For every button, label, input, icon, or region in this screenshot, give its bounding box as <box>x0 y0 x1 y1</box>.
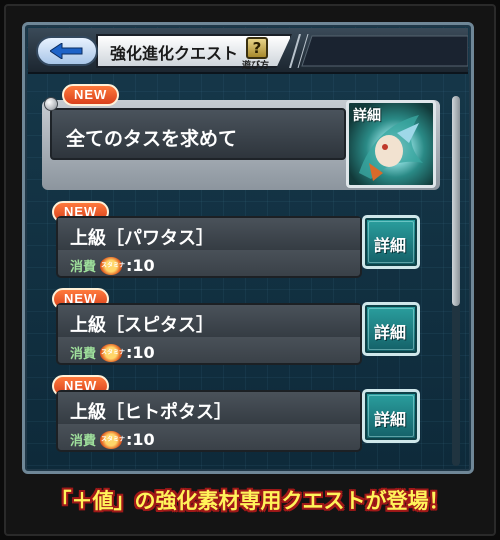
quest-cost: 消費 スタミナ :10 <box>70 343 155 362</box>
cost-label: 消費 <box>70 347 97 362</box>
quest-cost: 消費 スタミナ :10 <box>70 430 155 449</box>
help-button[interactable]: ? <box>246 37 268 59</box>
quest-name: 上級［パワタス］ <box>70 228 214 249</box>
quest-row[interactable]: 上級［ヒトポタス］ 消費 スタミナ :10 <box>56 390 362 452</box>
quest-row[interactable]: 上級［パワタス］ 消費 スタミナ :10 <box>56 216 362 278</box>
quest-row[interactable]: 上級［スピタス］ 消費 スタミナ :10 <box>56 303 362 365</box>
cost-value: :10 <box>126 256 155 275</box>
page-title: 強化進化クエスト <box>110 44 239 63</box>
detail-label: 詳細 <box>374 410 407 429</box>
back-arrow-icon <box>50 43 83 59</box>
quest-cost: 消費 スタミナ :10 <box>70 256 155 275</box>
scrollbar-thumb[interactable] <box>452 96 460 306</box>
pin-icon <box>44 97 58 111</box>
quest-name: 上級［スピタス］ <box>70 315 214 336</box>
question-mark-icon: ? <box>252 39 262 57</box>
detail-label: 詳細 <box>353 108 381 124</box>
detail-label: 詳細 <box>374 323 407 342</box>
detail-button[interactable]: 詳細 <box>362 302 420 356</box>
featured-quest-name: 全てのタスを求めて <box>66 128 238 150</box>
header-decoration <box>289 34 468 68</box>
stamina-icon: スタミナ <box>100 256 125 275</box>
detail-button[interactable]: 詳細 <box>362 215 420 269</box>
promo-banner-text: 「＋値」の強化素材専用クエストが登場！ <box>50 489 450 513</box>
new-badge: NEW <box>62 84 120 106</box>
cost-value: :10 <box>126 343 155 362</box>
help-label: 遊び方 <box>242 61 270 71</box>
cost-label: 消費 <box>70 260 97 275</box>
detail-label: 詳細 <box>374 236 407 255</box>
featured-quest-name-plate: 全てのタスを求めて <box>50 108 346 160</box>
stamina-icon: スタミナ <box>100 343 125 362</box>
detail-button[interactable]: 詳細 <box>362 389 420 443</box>
featured-quest-detail-button[interactable]: 詳細 <box>346 100 436 188</box>
back-button[interactable] <box>36 36 98 66</box>
promo-banner: 「＋値」の強化素材専用クエストが登場！ <box>20 478 480 522</box>
stamina-icon: スタミナ <box>100 430 125 449</box>
cost-value: :10 <box>126 430 155 449</box>
cost-label: 消費 <box>70 434 97 449</box>
quest-name: 上級［ヒトポタス］ <box>70 402 232 423</box>
